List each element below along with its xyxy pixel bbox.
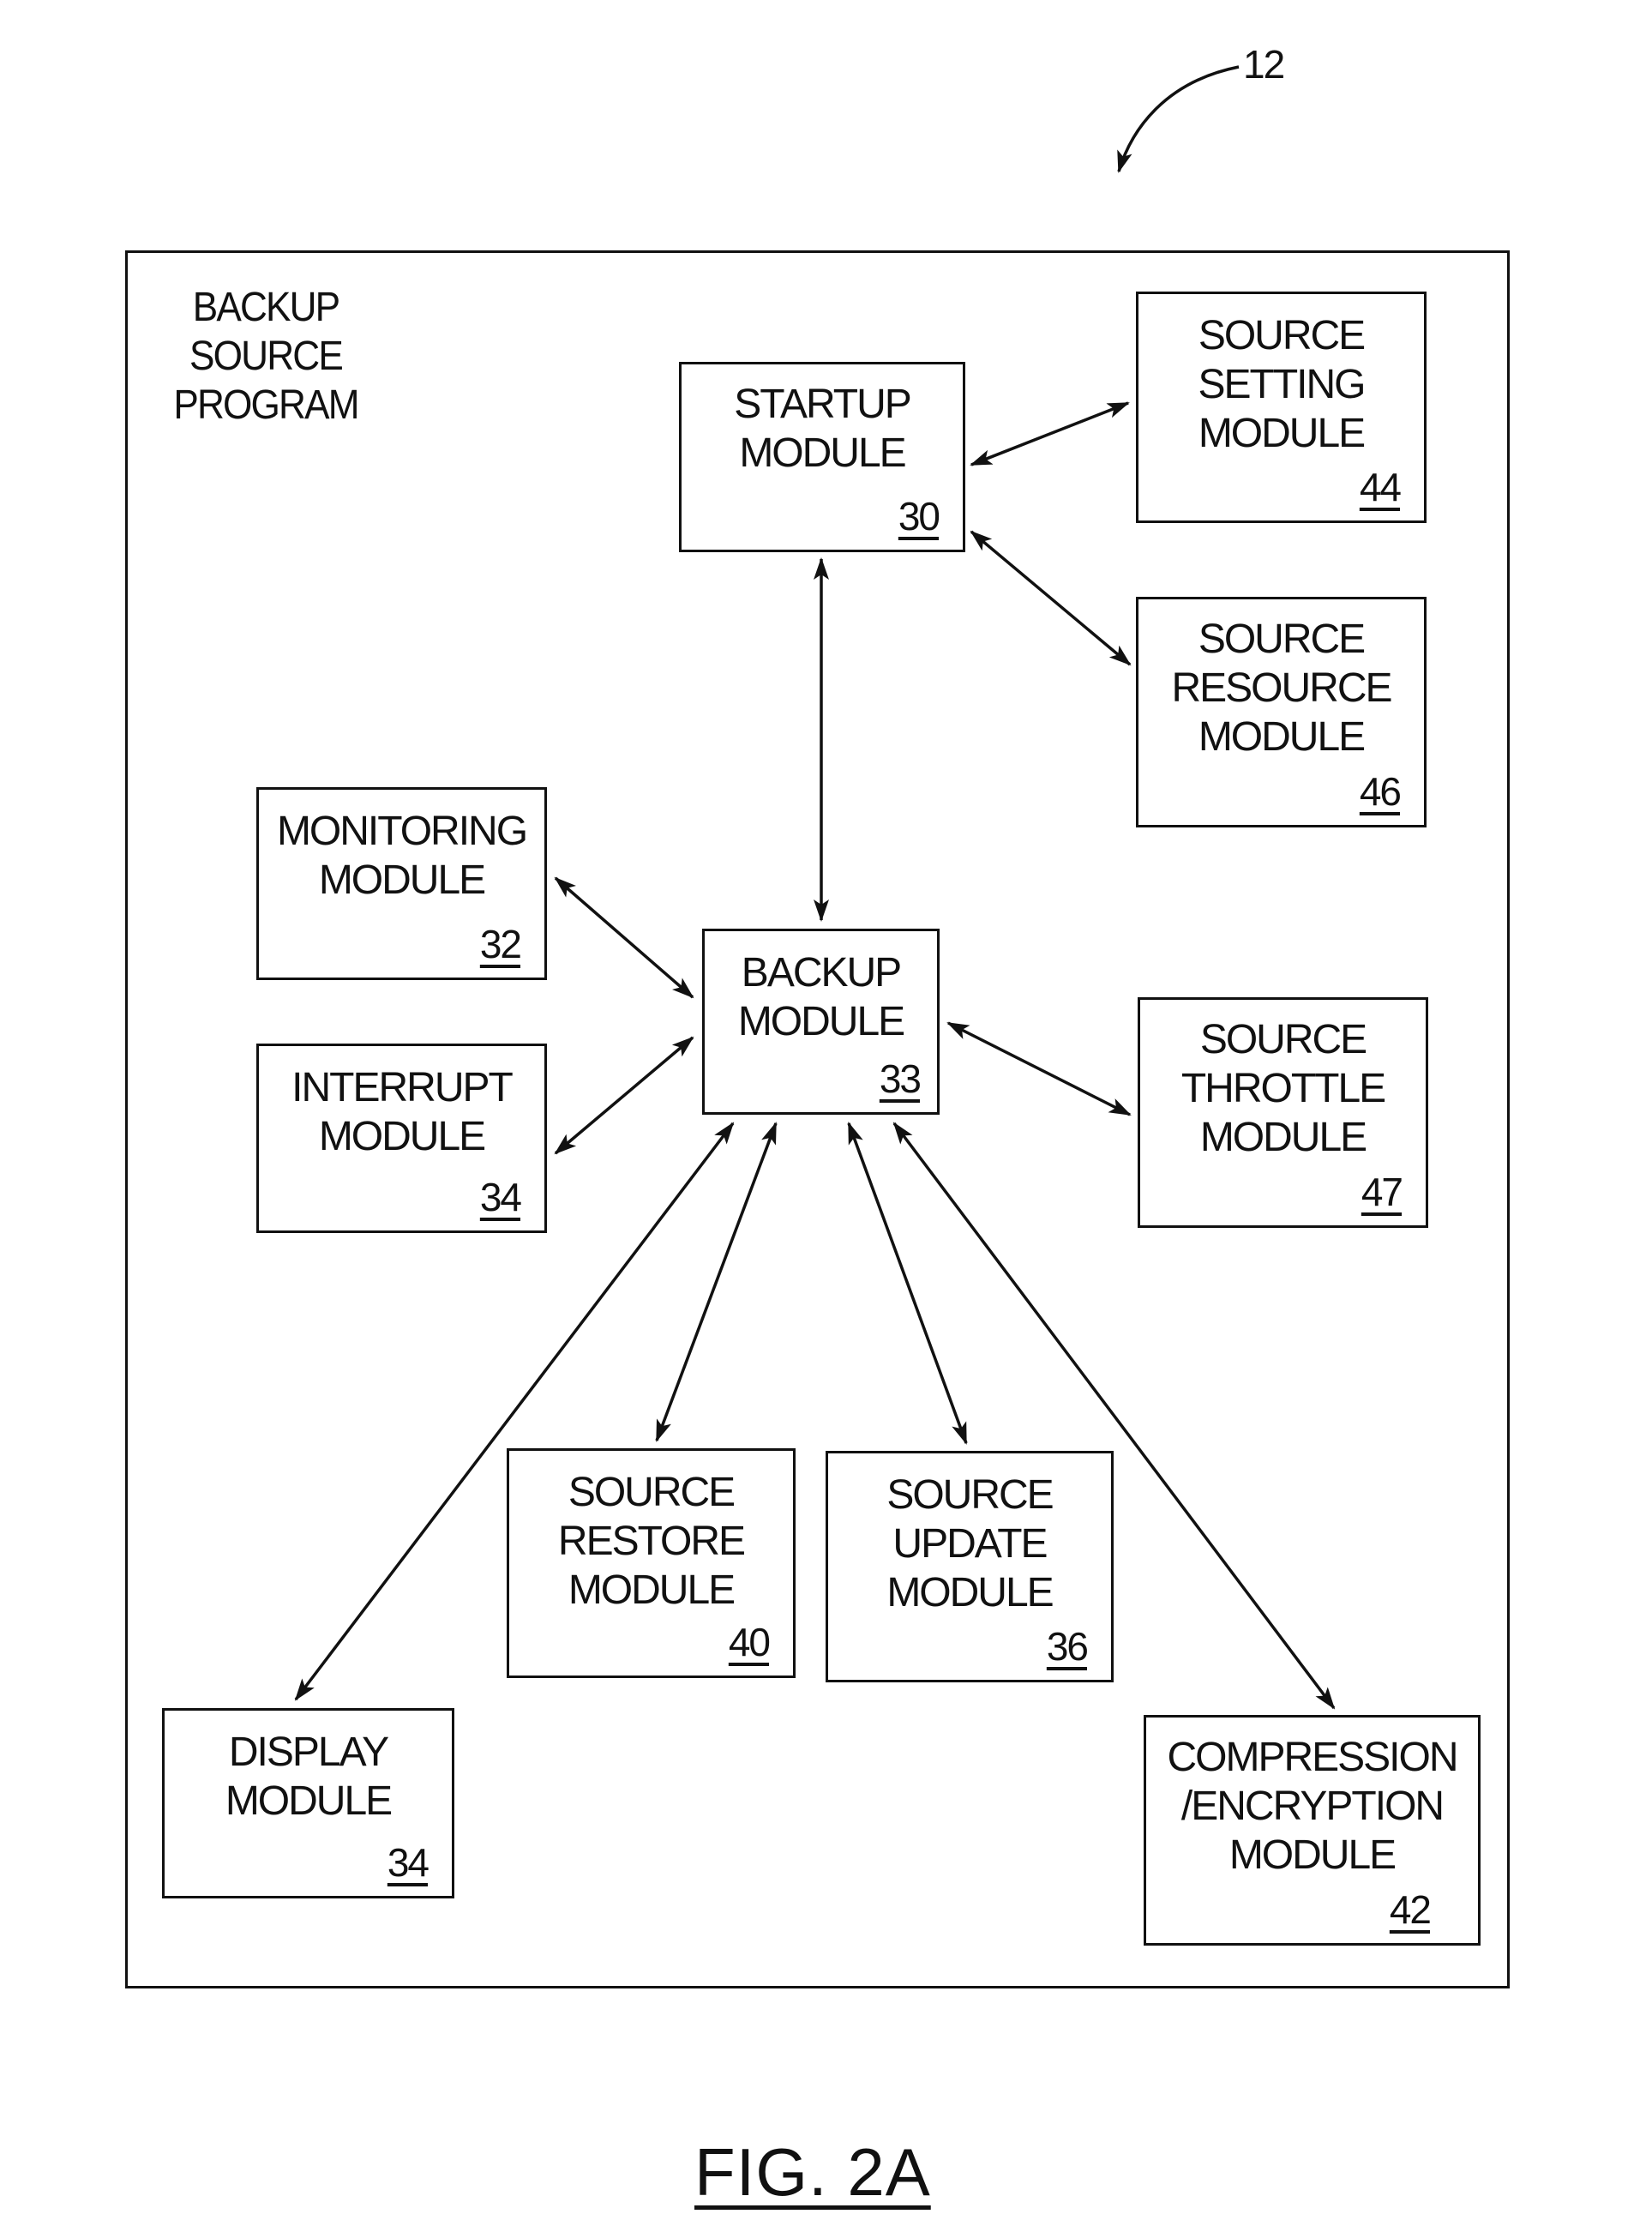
source-resource-module: SOURCE RESOURCE MODULE 46 <box>1136 597 1427 827</box>
module-ref-number: 33 <box>879 1056 922 1101</box>
module-name: STARTUP MODULE <box>734 382 912 476</box>
backup-module: BACKUP MODULE 33 <box>702 929 940 1115</box>
source-update-module: SOURCE UPDATE MODULE 36 <box>826 1451 1114 1682</box>
module-name: SOURCE RESTORE MODULE <box>557 1470 746 1613</box>
source-restore-module: SOURCE RESTORE MODULE 40 <box>507 1448 796 1678</box>
interrupt-module: INTERRUPT MODULE 34 <box>256 1044 547 1233</box>
module-ref-number: 44 <box>1359 465 1402 509</box>
reference-leader-arrow <box>1117 65 1240 173</box>
module-ref-number: 32 <box>479 922 522 966</box>
module-ref-number: 40 <box>728 1620 771 1664</box>
module-ref-number: 47 <box>1361 1170 1403 1214</box>
figure-caption: FIG. 2A <box>694 2134 931 2210</box>
module-name: COMPRESSION /ENCRYPTION MODULE <box>1167 1735 1458 1878</box>
module-name: SOURCE RESOURCE MODULE <box>1171 617 1392 760</box>
module-ref-number: 46 <box>1359 769 1402 814</box>
figure-reference-numeral: 12 <box>1243 42 1285 87</box>
program-label: BACKUP SOURCE PROGRAM <box>173 285 359 428</box>
module-name: SOURCE UPDATE MODULE <box>886 1472 1054 1615</box>
startup-module: STARTUP MODULE 30 <box>679 362 965 552</box>
module-ref-number: 34 <box>387 1840 430 1885</box>
module-ref-number: 36 <box>1046 1624 1089 1669</box>
module-name: BACKUP MODULE <box>737 950 905 1044</box>
module-name: SOURCE SETTING MODULE <box>1198 313 1366 456</box>
compression-encryption-module: COMPRESSION /ENCRYPTION MODULE 42 <box>1144 1715 1481 1946</box>
module-name: INTERRUPT MODULE <box>291 1065 514 1159</box>
module-ref-number: 30 <box>898 494 940 538</box>
module-ref-number: 34 <box>479 1175 522 1219</box>
module-ref-number: 42 <box>1389 1887 1432 1932</box>
module-name: DISPLAY MODULE <box>225 1730 393 1824</box>
source-throttle-module: SOURCE THROTTLE MODULE 47 <box>1138 997 1428 1228</box>
module-name: MONITORING MODULE <box>276 809 528 903</box>
source-setting-module: SOURCE SETTING MODULE 44 <box>1136 292 1427 523</box>
module-name: SOURCE THROTTLE MODULE <box>1180 1017 1386 1160</box>
display-module: DISPLAY MODULE 34 <box>162 1708 454 1898</box>
monitoring-module: MONITORING MODULE 32 <box>256 787 547 980</box>
